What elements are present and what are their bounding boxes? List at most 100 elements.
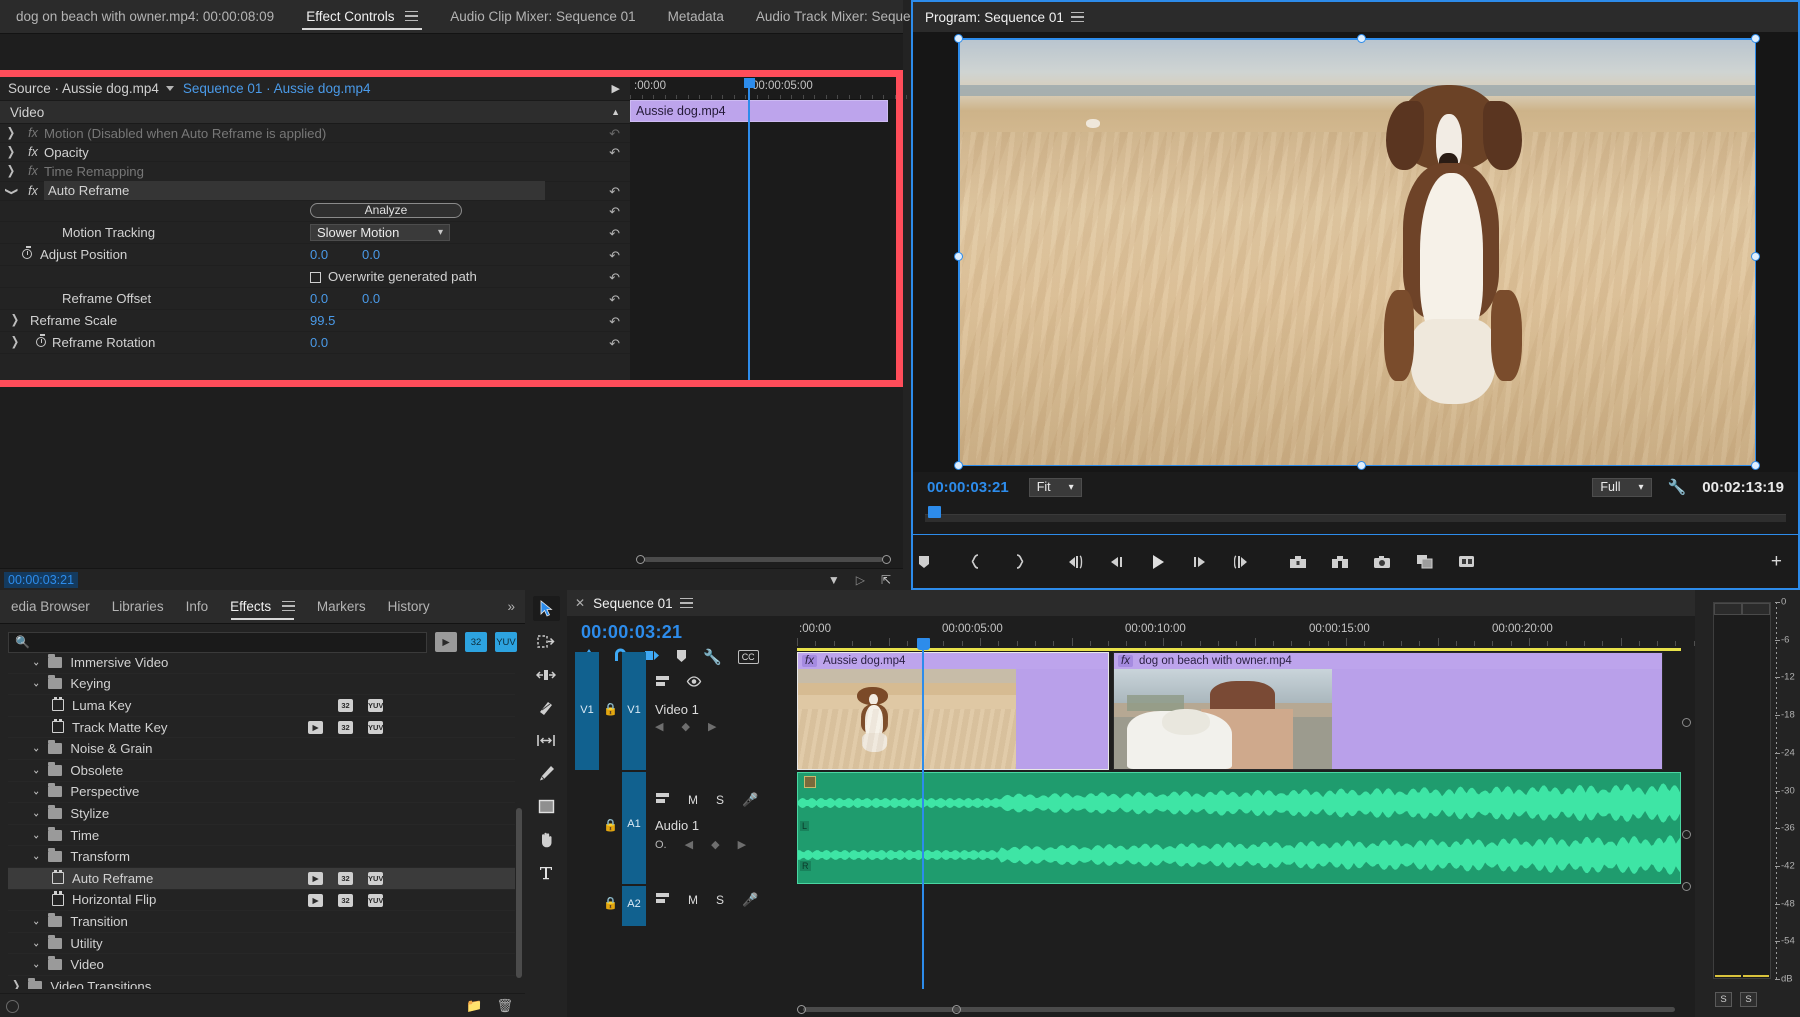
- expand-arrow-icon[interactable]: ❯: [11, 336, 19, 350]
- property-row-auto-reframe[interactable]: ❯ fx Auto Reframe ↶: [0, 182, 630, 201]
- type-tool[interactable]: [533, 860, 560, 885]
- reset-overwrite-path-icon[interactable]: ↶: [609, 270, 620, 286]
- hand-tool[interactable]: [533, 827, 560, 852]
- tab-markers[interactable]: Markers: [306, 590, 377, 624]
- meter-clip-indicator-right[interactable]: [1742, 603, 1770, 615]
- mute-track-icon[interactable]: M: [688, 793, 698, 807]
- voice-over-mic-icon[interactable]: 🎤: [742, 892, 758, 908]
- effects-tree-scrollbar[interactable]: [516, 808, 522, 978]
- step-forward-icon[interactable]: [1189, 551, 1211, 573]
- track-target-a1[interactable]: A1: [622, 772, 646, 884]
- delete-custom-item-icon[interactable]: 🗑: [496, 998, 513, 1014]
- timeline-scroll-knob-left[interactable]: [797, 1005, 806, 1014]
- effects-folder-row[interactable]: ⌄Immersive Video: [8, 652, 515, 674]
- voice-over-mic-icon[interactable]: 🎤: [742, 792, 758, 808]
- effects-folder-row[interactable]: ⌄Obsolete: [8, 760, 515, 782]
- track-lock-icon[interactable]: 🔒: [603, 702, 618, 716]
- track-targeting-icon[interactable]: [655, 792, 670, 808]
- stopwatch-toggle-icon[interactable]: [36, 337, 46, 347]
- effects-folder-row[interactable]: ⌄Noise & Grain: [8, 738, 515, 760]
- track-target-v1[interactable]: V1: [622, 652, 646, 770]
- tab-overflow-button[interactable]: »: [491, 590, 525, 624]
- program-monitor-stage[interactable]: [913, 32, 1798, 472]
- program-current-timecode[interactable]: 00:00:03:21: [927, 479, 1009, 496]
- slip-tool[interactable]: [533, 728, 560, 753]
- rectangle-tool[interactable]: [533, 794, 560, 819]
- chevron-down-icon[interactable]: [166, 86, 174, 91]
- adjust-position-x-value[interactable]: 0.0: [310, 247, 362, 262]
- reframe-scale-value[interactable]: 99.5: [310, 313, 335, 328]
- timeline-ruler[interactable]: :00:00 00:00:05:00 00:00:10:00 00:00:15:…: [797, 620, 1695, 648]
- effects-folder-row[interactable]: ⌄Perspective: [8, 782, 515, 804]
- program-monitor-tab-label[interactable]: Program: Sequence 01: [925, 10, 1064, 25]
- 32bit-color-filter-icon[interactable]: 32: [465, 632, 487, 652]
- lift-icon[interactable]: [1287, 551, 1309, 573]
- timeline-scroll-knob-right[interactable]: [952, 1005, 961, 1014]
- expand-arrow-icon[interactable]: ❯: [12, 979, 20, 989]
- collapse-caret-icon[interactable]: ▲: [611, 107, 620, 117]
- tab-media-browser[interactable]: edia Browser: [0, 590, 101, 624]
- collapse-arrow-icon[interactable]: ⌄: [32, 742, 40, 756]
- panel-menu-icon[interactable]: [680, 598, 693, 609]
- panel-menu-icon[interactable]: [405, 11, 418, 22]
- property-row-motion[interactable]: ❯ fx Motion (Disabled when Auto Reframe …: [0, 124, 630, 143]
- effects-effect-row[interactable]: Horizontal Flip▶32YUV: [8, 890, 515, 912]
- tab-audio-clip-mixer[interactable]: Audio Clip Mixer: Sequence 01: [434, 0, 651, 34]
- razor-tool[interactable]: [533, 695, 560, 720]
- source-track-indicator-v1[interactable]: V1: [575, 652, 599, 770]
- expand-arrow-icon[interactable]: ❯: [7, 127, 15, 141]
- effects-folder-row[interactable]: ⌄Utility: [8, 933, 515, 955]
- effects-effect-row[interactable]: Auto Reframe▶32YUV: [8, 868, 515, 890]
- property-row-time-remapping[interactable]: ❯ fx Time Remapping: [0, 162, 630, 181]
- tab-effect-controls[interactable]: Effect Controls: [290, 0, 434, 34]
- overwrite-generated-path-checkbox[interactable]: [310, 269, 328, 284]
- effects-folder-row[interactable]: ⌄Time: [8, 825, 515, 847]
- panel-menu-icon[interactable]: [1071, 12, 1084, 23]
- track-lane-audio1[interactable]: L R: [797, 772, 1695, 884]
- reframe-offset-y-value[interactable]: 0.0: [362, 291, 380, 306]
- effect-controls-footer-timecode[interactable]: 00:00:03:21: [4, 572, 78, 588]
- program-monitor-video[interactable]: [958, 38, 1756, 466]
- property-row-opacity[interactable]: ❯ fx Opacity ↶: [0, 143, 630, 162]
- collapse-arrow-icon[interactable]: ⌄: [32, 958, 40, 972]
- search-input[interactable]: 🔍: [8, 632, 427, 653]
- track-collapse-knob-v1[interactable]: [1682, 718, 1691, 727]
- track-collapse-knob-a1[interactable]: [1682, 830, 1691, 839]
- add-keyframe-icon[interactable]: ◆: [711, 838, 719, 851]
- export-frame-icon[interactable]: ⇱: [881, 573, 891, 587]
- resize-handle-middle-right[interactable]: [1751, 252, 1760, 261]
- resize-handle-bottom-left[interactable]: [954, 461, 963, 470]
- effects-effect-row[interactable]: Luma Key32YUV: [8, 695, 515, 717]
- track-lane-video1[interactable]: fx Aussie dog.mp4: [797, 652, 1695, 770]
- timeline-horizontal-scrollbar[interactable]: [797, 1004, 1681, 1015]
- selection-tool[interactable]: [533, 596, 560, 621]
- scrollbar-knob-right[interactable]: [882, 555, 891, 564]
- add-keyframe-icon[interactable]: ◆: [681, 720, 689, 733]
- go-to-in-icon[interactable]: [1063, 551, 1085, 573]
- pen-tool[interactable]: [533, 761, 560, 786]
- meter-clip-indicator-left[interactable]: [1714, 603, 1742, 615]
- reset-reframe-offset-icon[interactable]: ↶: [609, 292, 620, 308]
- effects-folder-row[interactable]: ⌄Transition: [8, 911, 515, 933]
- next-keyframe-icon[interactable]: ▶: [708, 720, 716, 733]
- loop-playback-icon[interactable]: ▷: [856, 573, 865, 587]
- playback-resolution-dropdown[interactable]: Full ▾: [1592, 478, 1651, 497]
- expand-arrow-icon[interactable]: ❯: [7, 165, 15, 179]
- source-clip-label[interactable]: Source · Aussie dog.mp4: [8, 81, 159, 96]
- program-monitor-timeline-bar[interactable]: [925, 514, 1786, 522]
- extract-icon[interactable]: [1329, 551, 1351, 573]
- motion-tracking-dropdown[interactable]: Slower Motion ▾: [310, 224, 450, 241]
- effects-folder-row[interactable]: ❯Video Transitions: [8, 976, 515, 989]
- reframe-rotation-value[interactable]: 0.0: [310, 335, 328, 350]
- effect-controls-scrollbar[interactable]: [636, 554, 891, 565]
- ripple-edit-tool[interactable]: [533, 662, 560, 687]
- collapse-arrow-icon[interactable]: ⌄: [32, 850, 40, 864]
- adjust-position-y-value[interactable]: 0.0: [362, 247, 380, 262]
- track-target-a2[interactable]: A2: [622, 886, 646, 926]
- collapse-arrow-icon[interactable]: ⌄: [32, 915, 40, 929]
- timeline-clip-dog-on-beach[interactable]: fx dog on beach with owner.mp4: [1113, 652, 1663, 770]
- prev-keyframe-icon[interactable]: ◀: [655, 720, 663, 733]
- video-section-header[interactable]: Video ▲: [0, 101, 630, 124]
- track-targeting-icon[interactable]: [655, 675, 670, 691]
- track-select-forward-tool[interactable]: [533, 629, 560, 654]
